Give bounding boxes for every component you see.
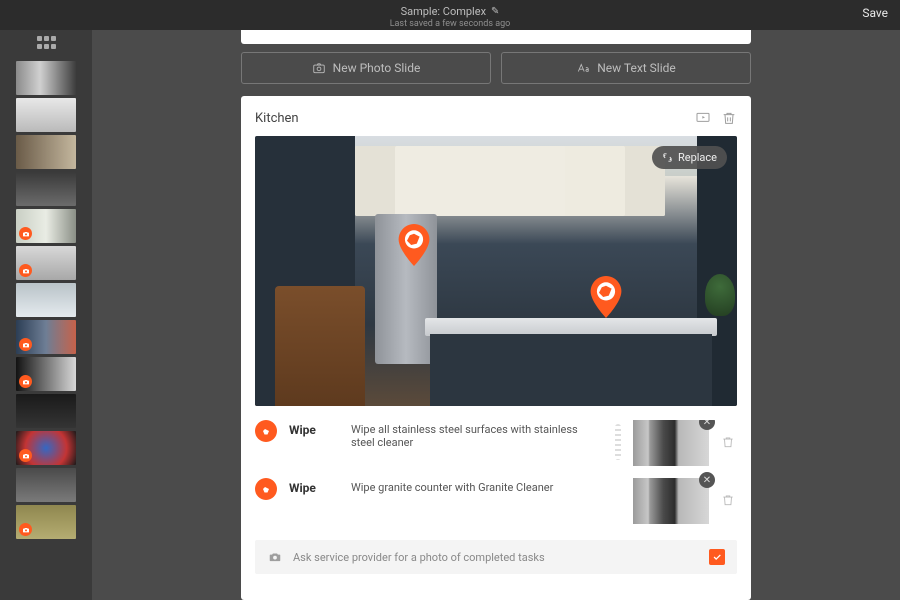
slide-title[interactable]: Kitchen [255, 111, 685, 126]
thumbnail[interactable] [16, 172, 76, 206]
replace-icon [662, 152, 673, 163]
thumbnail[interactable] [16, 98, 76, 132]
camera-badge-icon [19, 264, 32, 277]
top-bar: Sample: Complex ✎ Last saved a few secon… [0, 0, 900, 30]
task-description: Wipe granite counter with Granite Cleane… [351, 478, 621, 494]
camera-icon [267, 550, 283, 564]
remove-photo-icon[interactable]: ✕ [699, 420, 715, 430]
task-description: Wipe all stainless steel surfaces with s… [351, 420, 603, 449]
camera-badge-icon [19, 449, 32, 462]
task-marker[interactable] [589, 276, 623, 318]
editor-canvas: New Photo Slide New Text Slide Kitchen [92, 30, 900, 600]
replace-label: Replace [678, 151, 717, 164]
thumbnail[interactable] [16, 431, 76, 465]
camera-badge-icon [19, 523, 32, 536]
text-icon [576, 61, 590, 75]
photo-request-row: Ask service provider for a photo of comp… [255, 540, 737, 574]
task-photo-thumbnail[interactable]: ✕ [633, 478, 709, 524]
wipe-icon [255, 478, 277, 500]
delete-task-button[interactable] [721, 478, 737, 511]
trash-icon[interactable] [721, 110, 737, 126]
camera-icon [312, 61, 326, 75]
new-text-slide-button[interactable]: New Text Slide [501, 52, 751, 84]
thumbnail[interactable] [16, 61, 76, 95]
thumbnail[interactable] [16, 209, 76, 243]
task-name: Wipe [289, 478, 339, 495]
photo-request-checkbox[interactable] [709, 549, 725, 565]
pencil-icon[interactable]: ✎ [491, 6, 499, 18]
wipe-icon [255, 420, 277, 442]
grid-view-icon[interactable] [34, 36, 58, 50]
slide-card: Kitchen Replace [241, 96, 751, 600]
document-title[interactable]: Sample: Complex ✎ [401, 5, 500, 18]
camera-badge-icon [19, 375, 32, 388]
prev-slide-edge [241, 30, 751, 44]
check-icon [712, 552, 722, 562]
task-name: Wipe [289, 420, 339, 437]
save-status: Last saved a few seconds ago [390, 19, 511, 30]
thumbnail[interactable] [16, 320, 76, 354]
remove-photo-icon[interactable]: ✕ [699, 472, 715, 488]
new-photo-slide-button[interactable]: New Photo Slide [241, 52, 491, 84]
new-text-label: New Text Slide [597, 61, 676, 75]
thumbnail[interactable] [16, 468, 76, 502]
replace-photo-button[interactable]: Replace [652, 146, 727, 169]
thumbnail-sidebar [0, 30, 92, 600]
task-list: Wipe Wipe all stainless steel surfaces wi… [255, 420, 737, 524]
delete-task-button[interactable] [721, 420, 737, 453]
thumbnail[interactable] [16, 283, 76, 317]
thumbnail[interactable] [16, 505, 76, 539]
slide-photo[interactable]: Replace [255, 136, 737, 406]
drag-handle[interactable] [615, 424, 621, 460]
present-icon[interactable] [695, 110, 711, 126]
thumbnail[interactable] [16, 135, 76, 169]
camera-badge-icon [19, 227, 32, 240]
task-row: Wipe Wipe granite counter with Granite Cl… [255, 478, 737, 524]
thumbnail[interactable] [16, 246, 76, 280]
document-title-text: Sample: Complex [401, 5, 486, 18]
photo-request-text: Ask service provider for a photo of comp… [293, 551, 699, 564]
save-button[interactable]: Save [862, 6, 888, 20]
task-marker[interactable] [397, 224, 431, 266]
thumbnail[interactable] [16, 394, 76, 428]
task-photo-thumbnail[interactable]: ✕ [633, 420, 709, 466]
task-row: Wipe Wipe all stainless steel surfaces wi… [255, 420, 737, 466]
camera-badge-icon [19, 338, 32, 351]
new-photo-label: New Photo Slide [333, 61, 421, 75]
thumbnail[interactable] [16, 357, 76, 391]
